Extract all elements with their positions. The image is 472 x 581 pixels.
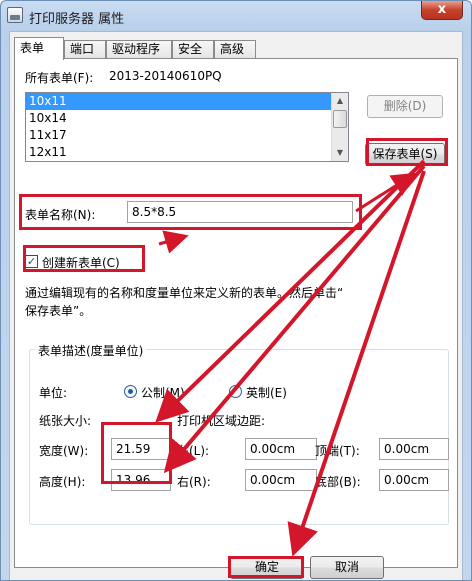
arrow-to-ok <box>287 170 426 557</box>
arrow-small <box>158 230 189 254</box>
arrow-to-height <box>163 164 426 474</box>
annotation-arrows <box>155 159 426 557</box>
print-server-properties-window: 打印服务器 属性 x 表单 端口 驱动程序 安全 高级 所有表单(F): 201… <box>0 0 472 581</box>
